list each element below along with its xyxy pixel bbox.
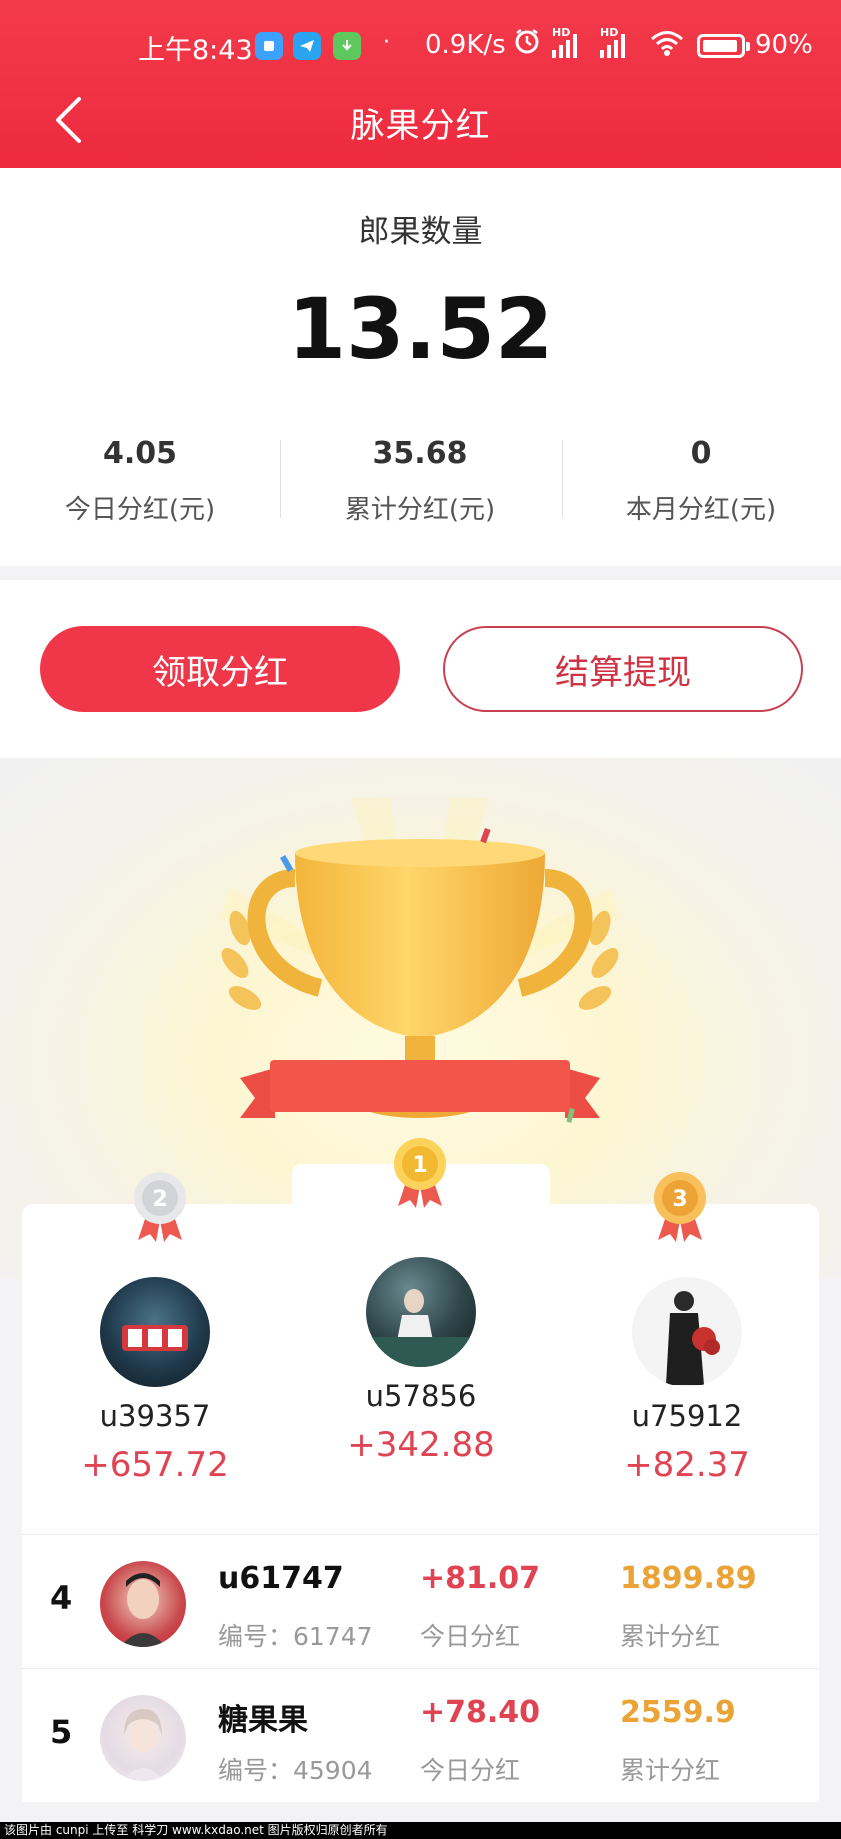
winner-name: u39357 [99,1399,211,1433]
page-title: 脉果分红 [350,106,491,146]
avatar [366,1257,476,1367]
podium-third[interactable]: u75912 +82.37 [567,1277,807,1485]
winner-amount: +82.37 [624,1445,750,1485]
app-header: 上午8:43 · 0.9K/s HD HD 90% 脉果分红 [0,0,841,168]
stat-month-dividend: 0 本月分红(元) [561,436,841,526]
rank-number: 5 [50,1713,73,1751]
claim-dividend-button[interactable]: 领取分红 [40,626,400,712]
download-notification-icon [333,32,361,60]
rank-number: 4 [50,1579,73,1617]
signal-icon-1 [552,32,577,58]
medal-rank: 3 [672,1187,687,1212]
user-name: u61747 [218,1561,344,1596]
fruit-count-value: 13.52 [287,280,554,378]
winner-name: u75912 [631,1399,743,1433]
telegram-notification-icon [293,32,321,60]
medal-rank: 1 [412,1153,427,1178]
action-bar: 领取分红 结算提现 [0,580,841,758]
withdraw-button[interactable]: 结算提现 [443,626,803,712]
podium-second[interactable]: u39357 +657.72 [35,1277,275,1485]
stat-label: 今日分红(元) [64,495,216,525]
app-notification-icon [255,32,283,60]
user-name: 糖果果 [218,1703,308,1738]
stat-value: 35.68 [372,436,468,471]
user-id: 编号：45904 [218,1756,373,1785]
podium-first[interactable]: u57856 +342.88 [301,1257,541,1465]
today-dividend-label: 今日分红 [420,1756,521,1785]
status-dot: · [383,30,390,55]
battery-percent: 90% [755,30,813,60]
winner-name: u57856 [365,1379,477,1413]
stat-label: 本月分红(元) [625,495,777,525]
fruit-count-label: 郎果数量 [358,214,483,250]
battery-icon [697,34,750,58]
avatar [100,1695,186,1781]
signal-icon-2 [600,32,625,58]
stat-value: 4.05 [102,436,178,471]
status-bar: 上午8:43 · 0.9K/s HD HD 90% [0,0,841,92]
stat-value: 0 [690,436,712,471]
today-dividend: +81.07 [420,1561,541,1596]
today-dividend: +78.40 [420,1695,541,1730]
total-dividend-label: 累计分红 [620,1622,721,1651]
silver-medal-icon: 2 [134,1172,186,1242]
avatar [100,1277,210,1387]
medal-rank: 2 [152,1187,167,1212]
list-item[interactable]: 4 u61747 编号：61747 +81.07 今日分红 1899.89 累计… [22,1534,819,1668]
summary-card: 郎果数量 13.52 4.05 今日分红(元) 35.68 累计分红(元) 0 … [0,168,841,566]
ranking-list: 4 u61747 编号：61747 +81.07 今日分红 1899.89 累计… [22,1534,819,1802]
user-id: 编号：61747 [218,1622,373,1651]
list-item[interactable]: 5 糖果果 编号：45904 +78.40 今日分红 2559.9 累计分红 [22,1668,819,1802]
avatar [100,1561,186,1647]
winner-amount: +657.72 [81,1445,229,1485]
stat-total-dividend: 35.68 累计分红(元) [280,436,560,526]
total-dividend-label: 累计分红 [620,1756,721,1785]
status-time: 上午8:43 [138,35,253,66]
total-dividend: 2559.9 [620,1695,736,1730]
stat-today-dividend: 4.05 今日分红(元) [0,436,280,526]
total-dividend: 1899.89 [620,1561,757,1596]
alarm-icon [513,27,541,62]
watermark-text: 该图片由 cunpi 上传至 科学刀 www.kxdao.net 图片版权归原创… [0,1822,841,1839]
wifi-icon [650,29,684,64]
gold-medal-icon: 1 [394,1138,446,1208]
network-speed: 0.9K/s [425,30,506,60]
winner-amount: +342.88 [347,1425,495,1465]
stat-label: 累计分红(元) [344,495,496,525]
today-dividend-label: 今日分红 [420,1622,521,1651]
avatar [632,1277,742,1387]
bronze-medal-icon: 3 [654,1172,706,1242]
